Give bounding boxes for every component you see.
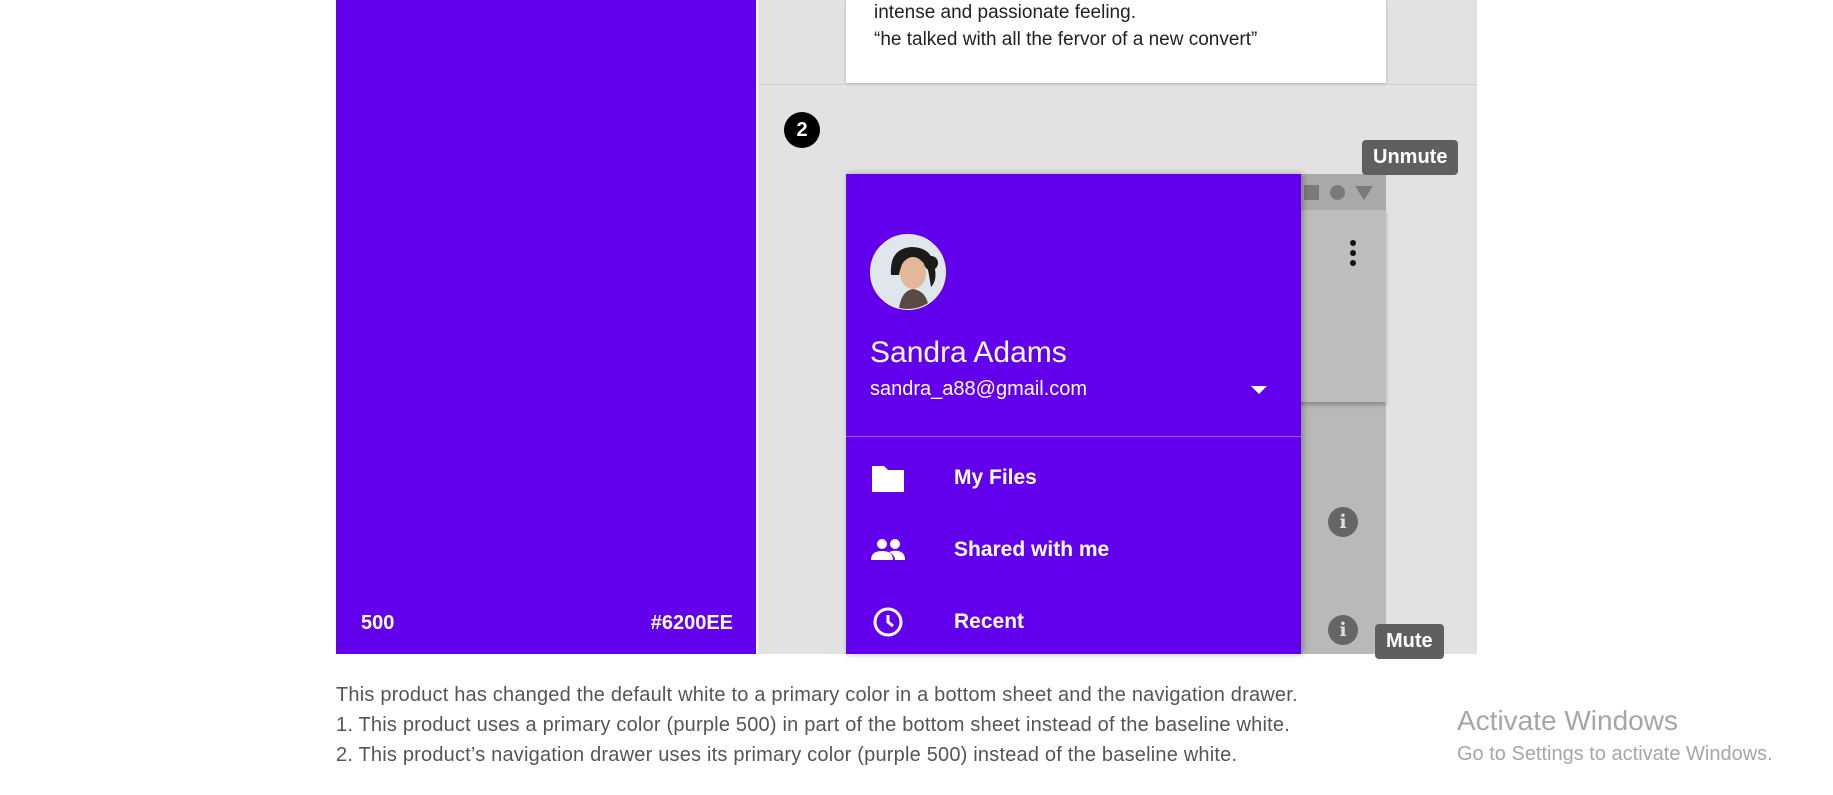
example-quote: “he talked with all the fervor of a new … bbox=[874, 29, 1258, 50]
step-badge: 2 bbox=[784, 112, 820, 148]
caption-line: 2. This product’s navigation drawer uses… bbox=[336, 744, 1238, 766]
people-icon bbox=[871, 539, 905, 560]
nav-item-shared-with-me[interactable]: Shared with me bbox=[846, 518, 1301, 582]
activation-watermark-title: Activate Windows bbox=[1457, 705, 1678, 736]
color-swatch bbox=[336, 0, 756, 654]
clock-icon bbox=[873, 607, 903, 637]
caption-line: 1. This product uses a primary color (pu… bbox=[336, 714, 1290, 736]
avatar[interactable] bbox=[870, 234, 946, 310]
user-name: Sandra Adams bbox=[870, 336, 1067, 369]
mute-button[interactable]: Mute bbox=[1375, 624, 1444, 659]
activation-watermark-subtitle: Go to Settings to activate Windows. bbox=[1457, 743, 1773, 765]
info-icon[interactable]: i bbox=[1328, 507, 1358, 537]
more-vert-icon[interactable] bbox=[1350, 240, 1356, 268]
nav-item-my-files[interactable]: My Files bbox=[846, 446, 1301, 510]
nav-item-recent[interactable]: Recent bbox=[846, 590, 1301, 654]
user-email: sandra_a88@gmail.com bbox=[870, 378, 1088, 400]
definition-text: intense and passionate feeling. bbox=[874, 2, 1136, 23]
unmute-button[interactable]: Unmute bbox=[1362, 140, 1459, 175]
drawer-divider bbox=[846, 436, 1301, 437]
nav-item-label: My Files bbox=[954, 466, 1037, 489]
definition-card: intense and passionate feeling. “he talk… bbox=[846, 0, 1386, 83]
figure-caption: This product has changed the default whi… bbox=[336, 680, 1298, 770]
folder-icon bbox=[872, 466, 904, 492]
nav-item-label: Recent bbox=[954, 610, 1025, 633]
swatch-hex-label: #6200EE bbox=[650, 612, 733, 634]
status-triangle-icon bbox=[1355, 186, 1373, 200]
swatch-weight-label: 500 bbox=[361, 612, 395, 634]
account-dropdown-icon[interactable] bbox=[1251, 386, 1267, 394]
info-icon[interactable]: i bbox=[1328, 615, 1358, 645]
status-circle-icon bbox=[1330, 185, 1345, 200]
navigation-drawer: Sandra Adams sandra_a88@gmail.com My Fil… bbox=[846, 174, 1301, 654]
caption-line: This product has changed the default whi… bbox=[336, 684, 1298, 706]
nav-item-label: Shared with me bbox=[954, 538, 1110, 561]
panel-divider bbox=[758, 84, 1477, 85]
status-square-icon bbox=[1304, 185, 1319, 200]
